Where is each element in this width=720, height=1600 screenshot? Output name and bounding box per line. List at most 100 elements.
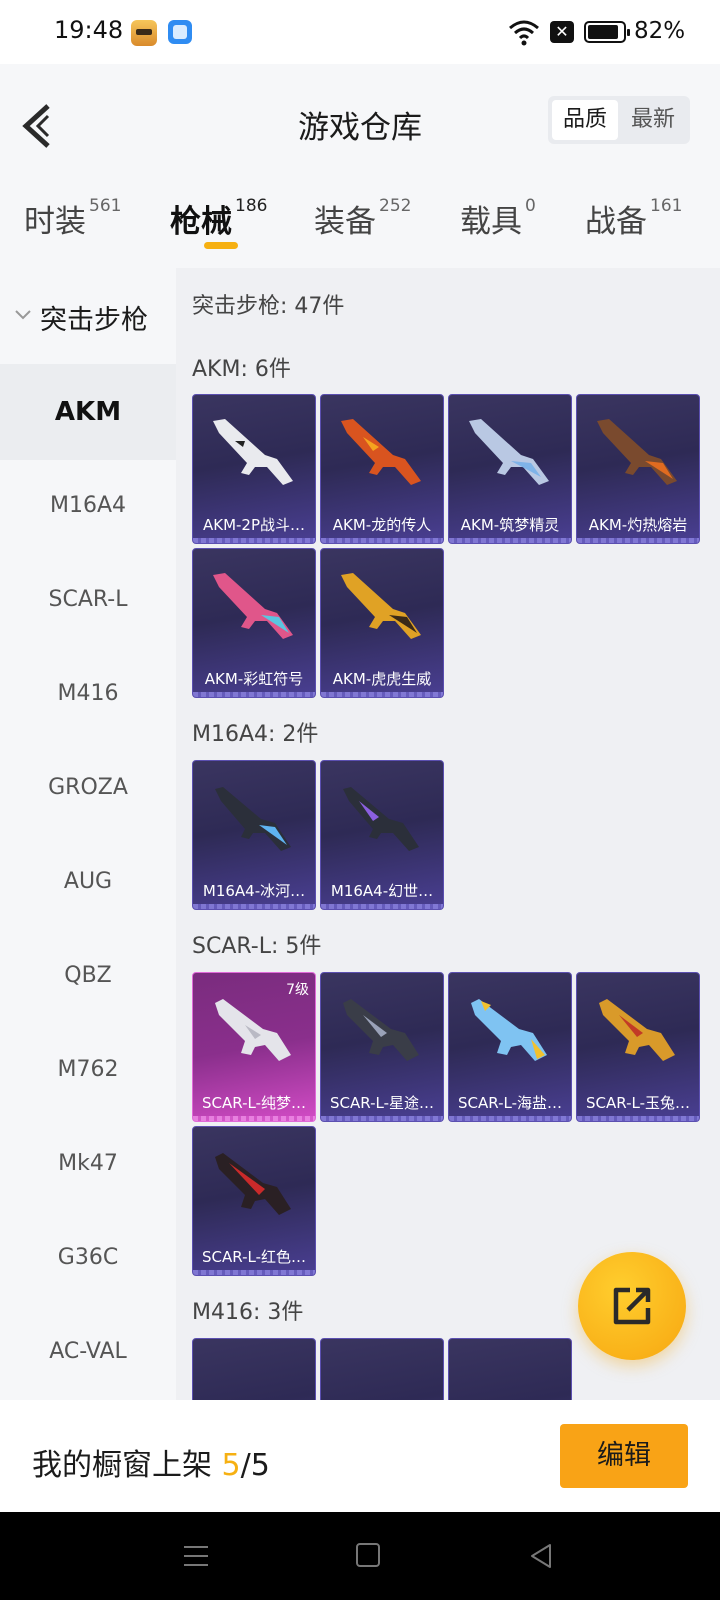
- weapon-card[interactable]: 7级 SCAR-L-纯梦…: [192, 972, 316, 1122]
- rarity-bar: [321, 538, 443, 543]
- rifle-icon: [215, 999, 291, 1061]
- chevron-down-icon: [15, 310, 31, 320]
- section-title-akm: AKM: 6件: [192, 357, 291, 382]
- weapon-card[interactable]: SCAR-L-海盐…: [448, 972, 572, 1122]
- sort-newest-button[interactable]: 最新: [620, 100, 686, 140]
- sidebar-category-label: 突击步枪: [40, 305, 148, 336]
- rifle-icon: [597, 419, 677, 485]
- weapon-card[interactable]: AKM-筑梦精灵: [448, 394, 572, 544]
- weapon-name: SCAR-L-玉兔…: [586, 1094, 690, 1112]
- weapon-card[interactable]: SCAR-L-玉兔…: [576, 972, 700, 1122]
- sidebar-item-qbz[interactable]: QBZ: [0, 928, 176, 1024]
- tab-supplies[interactable]: 战备 161: [585, 196, 682, 241]
- rarity-bar: [193, 904, 315, 909]
- edit-button[interactable]: 编辑: [560, 1424, 688, 1488]
- tab-label: 载具: [460, 204, 522, 240]
- status-bar: 19:48 ✕ 82%: [0, 0, 720, 64]
- category-tabs: 时装 561 枪械 186 装备 252 载具 0 战备 161: [0, 196, 720, 268]
- weapon-name: M16A4-冰河…: [202, 882, 306, 900]
- weapon-card[interactable]: AKM-龙的传人: [320, 394, 444, 544]
- showcase-status: 我的橱窗上架 5/5: [32, 1440, 270, 1484]
- showcase-bar: 我的橱窗上架 5/5 编辑: [0, 1400, 720, 1512]
- rifle-icon: [343, 999, 419, 1061]
- share-icon: [613, 1287, 651, 1325]
- weapon-card[interactable]: SCAR-L-红色…: [192, 1126, 316, 1276]
- rarity-bar: [193, 1116, 315, 1121]
- weapon-card[interactable]: [192, 1338, 316, 1400]
- weapon-card[interactable]: AKM-彩虹符号: [192, 548, 316, 698]
- sidebar-item-m762[interactable]: M762: [0, 1022, 176, 1118]
- weapon-name: SCAR-L-星途…: [330, 1094, 434, 1112]
- weapon-card[interactable]: [448, 1338, 572, 1400]
- battery-percent: 82%: [634, 18, 686, 44]
- rifle-icon: [213, 573, 293, 639]
- sort-quality-button[interactable]: 品质: [552, 100, 618, 140]
- sidebar-item-g36c[interactable]: G36C: [0, 1210, 176, 1306]
- section-title-scar-l: SCAR-L: 5件: [192, 934, 322, 959]
- menu-icon[interactable]: [183, 1544, 209, 1568]
- weapon-name: AKM-2P战斗…: [202, 516, 306, 534]
- home-icon[interactable]: [356, 1543, 380, 1567]
- sidebar-item-groza[interactable]: GROZA: [0, 740, 176, 836]
- sidebar-item-m416[interactable]: M416: [0, 646, 176, 742]
- wifi-icon: [509, 20, 539, 46]
- tab-vehicles[interactable]: 载具 0: [460, 196, 536, 241]
- category-summary: 突击步枪: 47件: [192, 294, 345, 319]
- weapon-name: SCAR-L-红色…: [202, 1248, 306, 1266]
- sidebar-item-ac-val[interactable]: AC-VAL: [0, 1304, 176, 1400]
- rifle-icon: [343, 787, 419, 851]
- tab-label: 战备: [585, 204, 647, 240]
- tab-equipment[interactable]: 装备 252: [314, 196, 411, 241]
- sidebar-item-m16a4[interactable]: M16A4: [0, 458, 176, 554]
- weapon-name: M16A4-幻世…: [330, 882, 434, 900]
- weapon-name: AKM-灼热熔岩: [588, 516, 688, 534]
- tab-label: 时装: [24, 204, 86, 240]
- weapon-name: AKM-虎虎生威: [332, 670, 432, 688]
- rifle-icon: [469, 419, 549, 485]
- tab-label: 装备: [314, 204, 376, 240]
- tab-count: 0: [525, 196, 536, 216]
- rarity-bar: [577, 538, 699, 543]
- showcase-current: 5: [221, 1448, 241, 1483]
- weapon-card[interactable]: M16A4-冰河…: [192, 760, 316, 910]
- tab-fashion[interactable]: 时装 561: [24, 196, 121, 241]
- tab-count: 186: [235, 196, 268, 216]
- share-button[interactable]: [578, 1252, 686, 1360]
- rifle-icon: [599, 999, 675, 1061]
- showcase-separator: /: [240, 1448, 251, 1483]
- rifle-icon: [215, 787, 291, 851]
- showcase-label: 我的橱窗上架: [32, 1448, 212, 1483]
- rifle-icon: [215, 1153, 291, 1215]
- weapon-card[interactable]: [320, 1338, 444, 1400]
- rarity-bar: [449, 1116, 571, 1121]
- weapon-card[interactable]: SCAR-L-星途…: [320, 972, 444, 1122]
- rifle-icon: [471, 999, 547, 1061]
- weapon-card[interactable]: AKM-2P战斗…: [192, 394, 316, 544]
- sidebar-item-akm[interactable]: AKM: [0, 364, 176, 460]
- sidebar-item-scar-l[interactable]: SCAR-L: [0, 552, 176, 648]
- header: 游戏仓库 品质 最新 时装 561 枪械 186 装备 252 载具 0 战备 161: [0, 64, 720, 268]
- sidebar-item-mk47[interactable]: Mk47: [0, 1116, 176, 1212]
- weapon-name: AKM-龙的传人: [332, 516, 432, 534]
- sidebar-item-aug[interactable]: AUG: [0, 834, 176, 930]
- weapon-card[interactable]: AKM-虎虎生威: [320, 548, 444, 698]
- message-app-icon: [168, 20, 192, 44]
- tab-count: 252: [379, 196, 412, 216]
- rarity-bar: [193, 692, 315, 697]
- weapon-name: SCAR-L-海盐…: [458, 1094, 562, 1112]
- weapon-card[interactable]: M16A4-幻世…: [320, 760, 444, 910]
- weapon-name: AKM-筑梦精灵: [460, 516, 560, 534]
- rarity-bar: [321, 692, 443, 697]
- showcase-total: 5: [250, 1448, 270, 1483]
- tab-count: 561: [89, 196, 122, 216]
- weapon-grid: 突击步枪: 47件 AKM: 6件 AKM-2P战斗… AKM-龙的传人 AKM…: [176, 268, 720, 1400]
- rarity-bar: [449, 538, 571, 543]
- weapon-name: SCAR-L-纯梦…: [202, 1094, 306, 1112]
- sidebar-category-header[interactable]: 突击步枪: [0, 268, 176, 370]
- weapon-card[interactable]: AKM-灼热熔岩: [576, 394, 700, 544]
- back-triangle-icon[interactable]: [528, 1542, 554, 1570]
- rarity-bar: [321, 1116, 443, 1121]
- tab-weapons[interactable]: 枪械 186: [170, 196, 267, 241]
- no-sim-icon: ✕: [550, 21, 574, 43]
- status-time: 19:48: [54, 16, 124, 44]
